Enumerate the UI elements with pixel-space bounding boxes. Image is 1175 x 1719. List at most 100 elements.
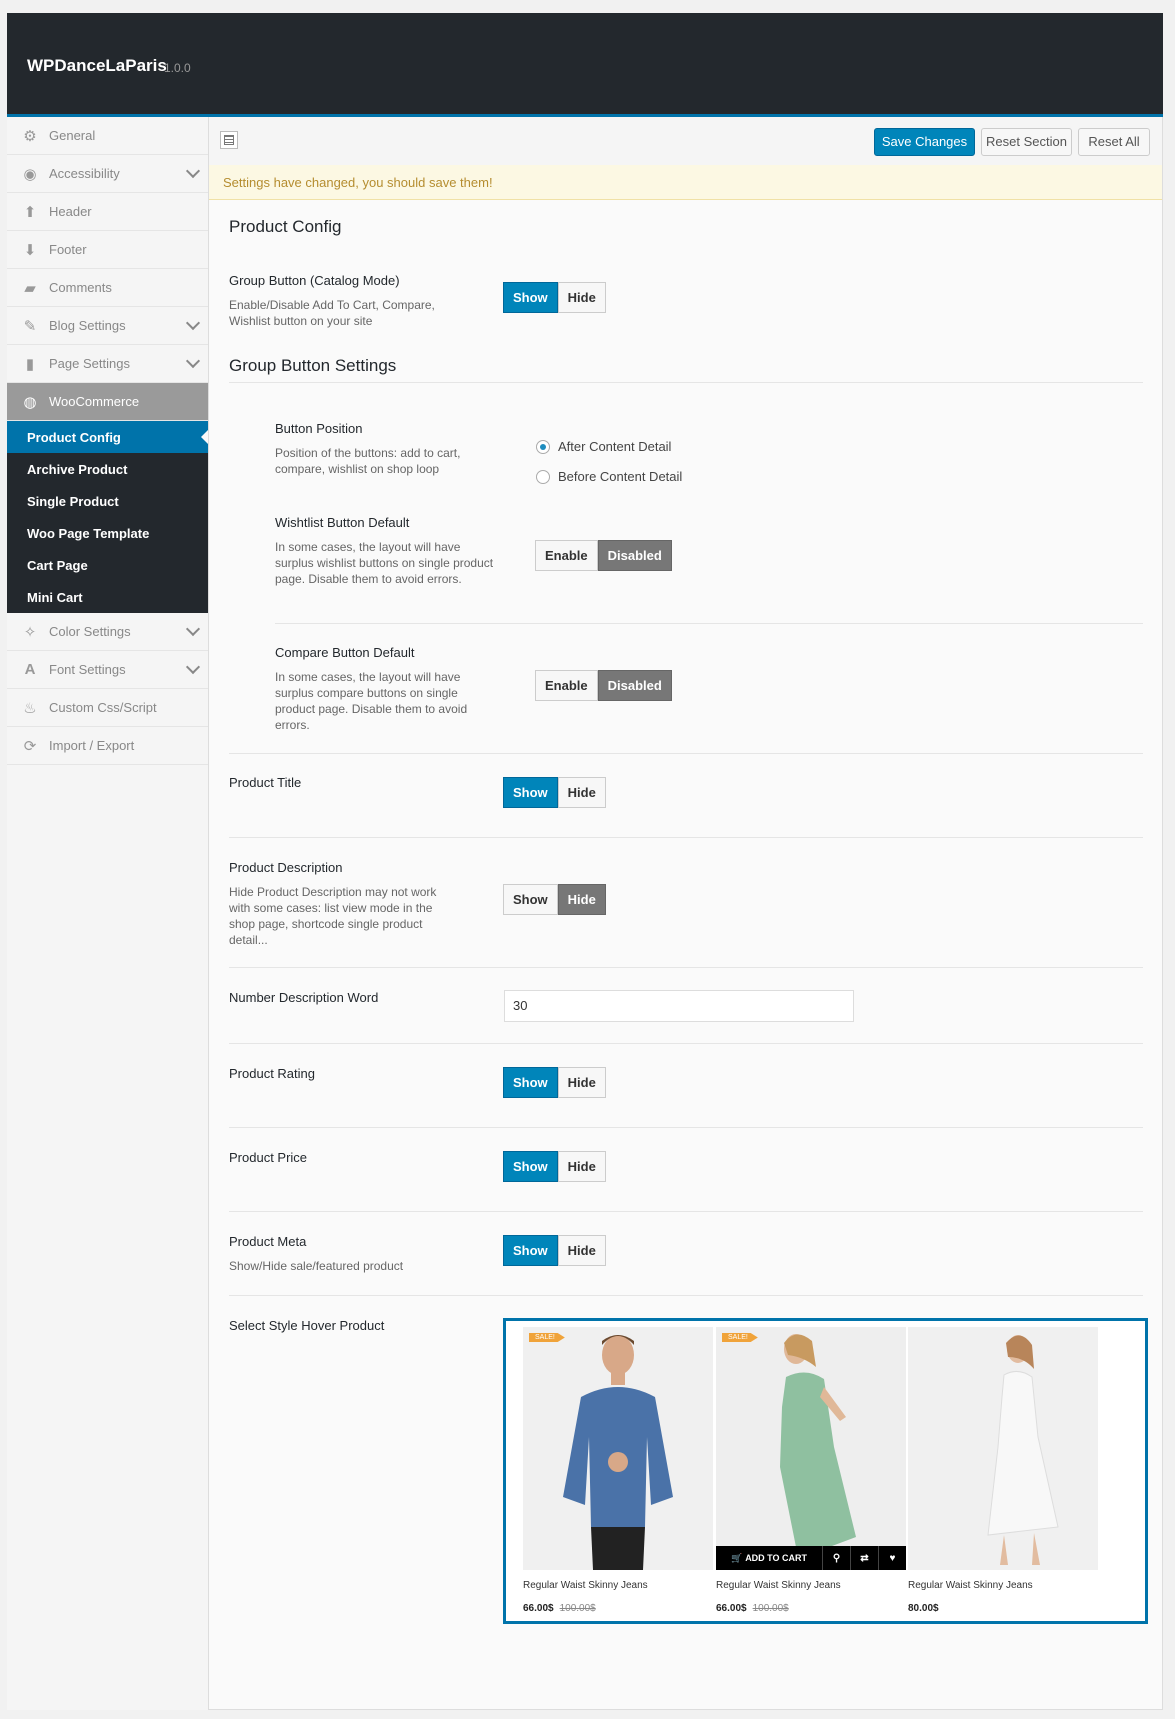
number-description-input[interactable]: 30 bbox=[504, 990, 854, 1022]
comments-icon: ▰ bbox=[24, 279, 36, 297]
hide-button[interactable]: Hide bbox=[557, 1151, 606, 1182]
search-icon[interactable]: ⚲ bbox=[822, 1546, 850, 1570]
radio-after-content[interactable]: After Content Detail bbox=[536, 439, 671, 454]
sidebar-item-general[interactable]: ⚙ General bbox=[7, 117, 208, 155]
button-position-desc: Position of the buttons: add to cart, co… bbox=[275, 446, 461, 476]
sidebar-item-color-settings[interactable]: ✧ Color Settings bbox=[7, 613, 208, 651]
product-image bbox=[908, 1327, 1098, 1570]
product-price: 66.00$ 100.00$ bbox=[716, 1603, 789, 1614]
compare-icon[interactable]: ⇄ bbox=[850, 1546, 878, 1570]
product-card: SALE! 🛒 ADD TO CART ⚲ ⇄ ♥ Regular Waist S… bbox=[716, 1327, 906, 1617]
sidebar-item-blog-settings[interactable]: ✎ Blog Settings bbox=[7, 307, 208, 345]
submenu-item-archive-product[interactable]: Archive Product bbox=[7, 453, 208, 485]
divider bbox=[229, 1295, 1143, 1296]
sidebar-item-header[interactable]: ⬆ Header bbox=[7, 193, 208, 231]
enable-button[interactable]: Enable bbox=[535, 670, 598, 701]
divider bbox=[229, 753, 1143, 754]
add-to-cart-button[interactable]: 🛒 ADD TO CART bbox=[716, 1546, 822, 1570]
group-button-label: Group Button (Catalog Mode) bbox=[229, 273, 400, 288]
product-price: 80.00$ bbox=[908, 1603, 939, 1614]
sidebar-item-label: Font Settings bbox=[49, 662, 126, 677]
compare-desc: In some cases, the layout will have surp… bbox=[275, 670, 468, 732]
sidebar-item-label: Blog Settings bbox=[49, 318, 126, 333]
sidebar-item-page-settings[interactable]: ▮ Page Settings bbox=[7, 345, 208, 383]
divider bbox=[229, 1127, 1143, 1128]
radio-label: After Content Detail bbox=[558, 439, 672, 454]
sidebar-item-accessibility[interactable]: ◉ Accessibility bbox=[7, 155, 208, 193]
submenu-item-single-product[interactable]: Single Product bbox=[7, 485, 208, 517]
product-rating-label: Product Rating bbox=[229, 1066, 315, 1081]
radio-selected-icon bbox=[536, 439, 550, 454]
hide-button[interactable]: Hide bbox=[557, 1067, 606, 1098]
submenu-item-mini-cart[interactable]: Mini Cart bbox=[7, 581, 208, 613]
chevron-down-icon bbox=[185, 315, 201, 331]
divider bbox=[275, 623, 1143, 624]
enable-button[interactable]: Enable bbox=[535, 540, 598, 571]
sidebar-item-import-export[interactable]: ⟳ Import / Export bbox=[7, 727, 208, 765]
group-button-toggle: Show Hide bbox=[503, 282, 606, 313]
sidebar-item-label: Color Settings bbox=[49, 624, 131, 639]
show-button[interactable]: Show bbox=[503, 1151, 558, 1182]
product-name: Regular Waist Skinny Jeans bbox=[908, 1580, 1033, 1591]
product-name: Regular Waist Skinny Jeans bbox=[716, 1580, 841, 1591]
sidebar-item-font-settings[interactable]: A Font Settings bbox=[7, 651, 208, 689]
chevron-down-icon bbox=[185, 659, 201, 675]
divider bbox=[229, 1211, 1143, 1212]
show-button[interactable]: Show bbox=[503, 777, 558, 808]
submenu-item-cart-page[interactable]: Cart Page bbox=[7, 549, 208, 581]
product-description-toggle: Show Hide bbox=[503, 884, 606, 915]
compare-toggle: Enable Disabled bbox=[535, 670, 672, 701]
compass-icon: ◉ bbox=[23, 165, 37, 183]
sidebar-item-footer[interactable]: ⬇ Footer bbox=[7, 231, 208, 269]
chevron-down-icon bbox=[185, 621, 201, 637]
woocommerce-submenu: Product Config Archive Product Single Pr… bbox=[7, 421, 208, 613]
wishlist-toggle: Enable Disabled bbox=[535, 540, 672, 571]
arrow-up-icon: ⬆ bbox=[23, 203, 37, 221]
product-card: SALE! Regular Waist Skinny Jeans 66.00$ 1… bbox=[523, 1327, 713, 1617]
sidebar-item-comments[interactable]: ▰ Comments bbox=[7, 269, 208, 307]
product-price-toggle: Show Hide bbox=[503, 1151, 606, 1182]
show-button[interactable]: Show bbox=[503, 1067, 558, 1098]
wishlist-desc: In some cases, the layout will have surp… bbox=[275, 540, 494, 586]
fire-icon: ♨ bbox=[23, 699, 37, 717]
add-to-cart-label: ADD TO CART bbox=[745, 1553, 808, 1563]
sidebar-item-custom-css[interactable]: ♨ Custom Css/Script bbox=[7, 689, 208, 727]
reset-section-button[interactable]: Reset Section bbox=[981, 128, 1072, 156]
hide-button[interactable]: Hide bbox=[557, 1235, 606, 1266]
product-meta-label: Product Meta bbox=[229, 1234, 307, 1249]
add-to-cart-bar: 🛒 ADD TO CART ⚲ ⇄ ♥ bbox=[716, 1546, 906, 1570]
hide-button[interactable]: Hide bbox=[557, 282, 606, 313]
arrow-down-icon: ⬇ bbox=[23, 241, 37, 259]
disabled-button[interactable]: Disabled bbox=[597, 670, 672, 701]
sidebar-item-label: Comments bbox=[49, 280, 112, 295]
submenu-item-product-config[interactable]: Product Config bbox=[7, 421, 208, 453]
chevron-down-icon bbox=[185, 163, 201, 179]
woocommerce-icon: ◍ bbox=[23, 393, 37, 411]
number-description-label: Number Description Word bbox=[229, 990, 379, 1005]
hide-button[interactable]: Hide bbox=[557, 777, 606, 808]
product-rating-toggle: Show Hide bbox=[503, 1067, 606, 1098]
reset-all-button[interactable]: Reset All bbox=[1078, 128, 1150, 156]
sidebar-item-label: Accessibility bbox=[49, 166, 120, 181]
product-description-desc: Hide Product Description may not work wi… bbox=[229, 885, 437, 947]
disabled-button[interactable]: Disabled bbox=[597, 540, 672, 571]
old-price: 100.00$ bbox=[752, 1603, 789, 1614]
sidebar-item-woocommerce[interactable]: ◍ WooCommerce bbox=[7, 383, 208, 421]
gears-icon: ⚙ bbox=[23, 127, 37, 145]
expand-options-icon[interactable] bbox=[220, 131, 238, 149]
hide-button[interactable]: Hide bbox=[557, 884, 606, 915]
show-button[interactable]: Show bbox=[503, 1235, 558, 1266]
hover-style-selector[interactable]: SALE! Regular Waist Skinny Jeans 66.00$ 1… bbox=[503, 1318, 1148, 1624]
sale-badge: SALE! bbox=[529, 1333, 565, 1342]
radio-before-content[interactable]: Before Content Detail bbox=[536, 469, 682, 484]
show-button[interactable]: Show bbox=[503, 884, 558, 915]
show-button[interactable]: Show bbox=[503, 282, 558, 313]
chevron-down-icon bbox=[185, 353, 201, 369]
model-illustration bbox=[908, 1327, 1098, 1570]
submenu-item-woo-page-template[interactable]: Woo Page Template bbox=[7, 517, 208, 549]
heart-icon[interactable]: ♥ bbox=[878, 1546, 906, 1570]
group-button-desc: Enable/Disable Add To Cart, Compare, Wis… bbox=[229, 298, 435, 328]
group-settings-title: Group Button Settings bbox=[229, 356, 397, 375]
save-changes-button[interactable]: Save Changes bbox=[874, 128, 975, 156]
product-title-toggle: Show Hide bbox=[503, 777, 606, 808]
